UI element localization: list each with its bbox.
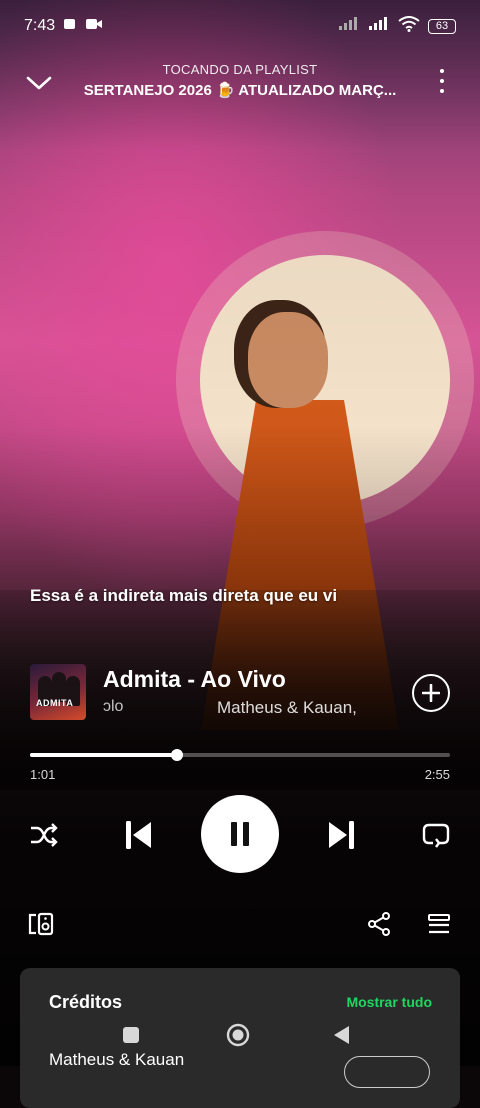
more-vertical-icon xyxy=(440,69,444,73)
repeat-icon xyxy=(422,823,450,848)
track-artist[interactable]: Matheus & Kauan, xyxy=(217,698,357,718)
collapse-button[interactable] xyxy=(24,68,54,98)
skip-next-icon xyxy=(329,821,354,849)
next-button[interactable] xyxy=(324,815,360,855)
progress-handle[interactable] xyxy=(171,749,183,761)
follow-button[interactable] xyxy=(344,1056,430,1088)
album-cover[interactable]: ADMITA xyxy=(30,664,86,720)
secondary-actions xyxy=(0,905,480,945)
queue-button[interactable] xyxy=(424,909,454,939)
track-info: ADMITA Admita - Ao Vivo ɔlo Matheus & Ka… xyxy=(30,664,450,724)
notification-icon xyxy=(63,17,77,36)
recents-square-icon xyxy=(123,1027,139,1043)
system-navigation-bar xyxy=(0,1018,480,1052)
show-all-credits-link[interactable]: Mostrar tudo xyxy=(346,994,432,1010)
player-header: TOCANDO DA PLAYLIST SERTANEJO 2026 🍺 ATU… xyxy=(0,60,480,104)
chevron-down-icon xyxy=(26,76,52,90)
status-bar: 7:43 63 xyxy=(24,14,456,38)
share-icon xyxy=(368,912,390,936)
album-cover-text: ADMITA xyxy=(36,698,74,708)
home-circle-icon xyxy=(226,1023,250,1047)
progress-bar[interactable] xyxy=(30,749,450,761)
signal-icon xyxy=(338,16,360,36)
shuffle-icon xyxy=(31,823,58,847)
add-circle-icon xyxy=(422,684,440,702)
shuffle-button[interactable] xyxy=(28,819,60,851)
devices-button[interactable] xyxy=(26,909,56,939)
queue-icon xyxy=(428,914,450,934)
playlist-name: SERTANEJO 2026 🍺 ATUALIZADO MARÇ... xyxy=(83,82,397,99)
credits-artist-name[interactable]: Matheus & Kauan xyxy=(49,1050,184,1070)
pause-button[interactable] xyxy=(201,795,279,873)
artist-scroll-fragment: ɔlo xyxy=(103,698,124,715)
back-button[interactable] xyxy=(330,1023,352,1047)
progress-fill xyxy=(30,753,177,757)
signal-icon xyxy=(368,16,390,36)
playback-controls xyxy=(0,795,480,875)
video-camera-icon xyxy=(85,17,103,36)
total-time: 2:55 xyxy=(424,767,450,782)
track-title[interactable]: Admita - Ao Vivo xyxy=(103,666,286,693)
repeat-button[interactable] xyxy=(420,819,452,851)
wifi-icon xyxy=(398,15,420,37)
share-button[interactable] xyxy=(364,909,394,939)
playlist-context[interactable]: TOCANDO DA PLAYLIST SERTANEJO 2026 🍺 ATU… xyxy=(70,62,410,99)
connect-devices-icon xyxy=(28,912,54,936)
lyric-line[interactable]: Essa é a indireta mais direta que eu vi xyxy=(30,586,337,606)
current-time: 1:01 xyxy=(30,767,56,782)
recents-button[interactable] xyxy=(120,1024,142,1046)
credits-title: Créditos xyxy=(49,992,123,1012)
add-to-library-button[interactable] xyxy=(412,674,450,712)
context-subtitle: TOCANDO DA PLAYLIST xyxy=(162,62,318,77)
back-triangle-icon xyxy=(334,1026,349,1044)
pause-icon xyxy=(231,822,249,846)
more-options-button[interactable] xyxy=(432,66,452,96)
skip-previous-icon xyxy=(126,821,151,849)
status-time: 7:43 xyxy=(24,17,56,34)
previous-button[interactable] xyxy=(120,815,156,855)
battery-indicator: 63 xyxy=(428,18,456,34)
home-button[interactable] xyxy=(225,1022,251,1048)
